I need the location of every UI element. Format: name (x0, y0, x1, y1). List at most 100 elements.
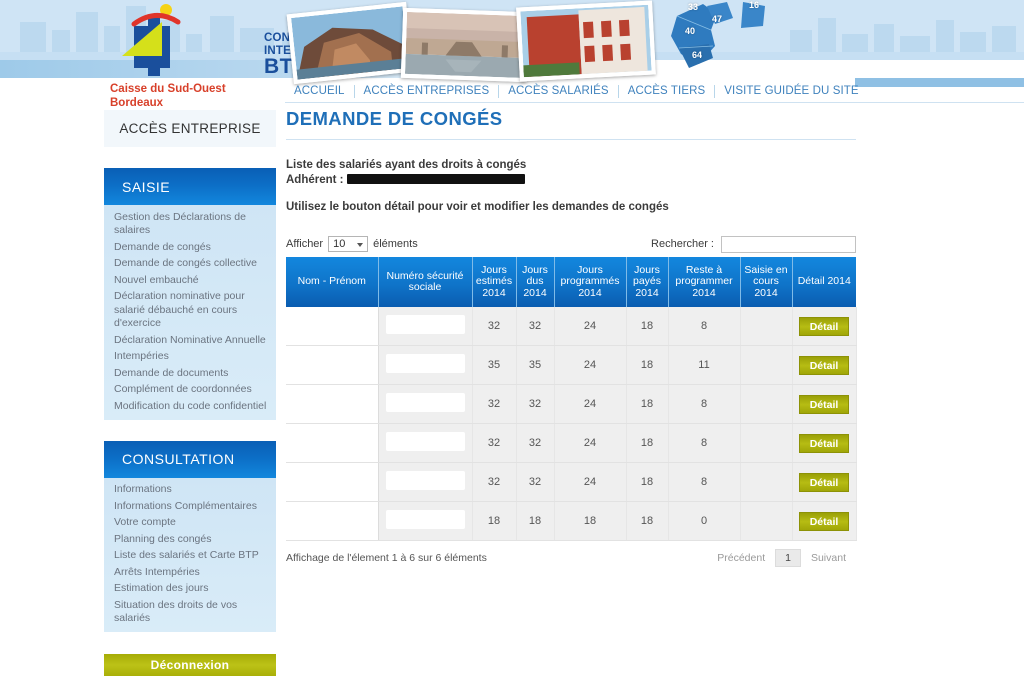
cell-jours-programmes: 18 (554, 501, 627, 541)
dept-label-40: 40 (685, 26, 696, 36)
th-numero-securite-sociale[interactable]: Numéro sécurité sociale (378, 257, 473, 307)
cell-numero-securite-sociale (378, 345, 473, 385)
sidebar-item-demande-conges-collective[interactable]: Demande de congés collective (104, 256, 276, 273)
nav-item-acces-entreprises[interactable]: ACCÈS ENTREPRISES (355, 85, 499, 97)
detail-button[interactable]: Détail (799, 472, 849, 492)
sidebar-section-title-consultation: CONSULTATION (104, 440, 276, 478)
header-photos (286, 0, 660, 85)
th-jours-programmes[interactable]: Jours programmés 2014 (554, 257, 627, 307)
cell-jours-programmes: 24 (554, 384, 627, 424)
sidebar-item-gestion-declarations[interactable]: Gestion des Déclarations de salaires (104, 209, 276, 239)
sidebar-item-arrets-intemperies[interactable]: Arrêts Intempéries (104, 564, 276, 581)
photo-place-bourse (400, 7, 530, 83)
cell-nom-prenom (286, 307, 379, 346)
sidebar-item-demande-conges[interactable]: Demande de congés (104, 239, 276, 256)
search-input[interactable] (721, 235, 856, 253)
detail-button[interactable]: Détail (799, 355, 849, 375)
redacted-value (385, 510, 465, 529)
sidebar-item-estimation-jours[interactable]: Estimation des jours (104, 581, 276, 598)
sidebar-item-planning-conges[interactable]: Planning des congés (104, 531, 276, 548)
photo-building-1 (286, 1, 414, 85)
detail-button[interactable]: Détail (799, 316, 849, 336)
dept-label-47: 47 (712, 14, 723, 24)
sidebar-section-title-saisie: SAISIE (104, 168, 276, 205)
sidebar-item-situation-droits[interactable]: Situation des droits de vos salariés (104, 597, 276, 627)
detail-button[interactable]: Détail (799, 394, 849, 414)
nav-item-acces-salaries[interactable]: ACCÈS SALARIÉS (499, 85, 617, 97)
cell-detail: Détail (792, 384, 857, 424)
pagination-next[interactable]: Suivant (801, 552, 856, 564)
sidebar-item-liste-salaries-carte[interactable]: Liste des salariés et Carte BTP (104, 548, 276, 565)
sidebar-item-declaration-nominative-debauche[interactable]: Déclaration nominative pour salarié déba… (104, 289, 276, 333)
page-length-control: Afficher 10 éléments (286, 236, 418, 252)
logout-button[interactable]: Déconnexion (104, 654, 276, 676)
cell-jours-payes: 18 (626, 384, 669, 424)
cell-saisie-en-cours (740, 384, 793, 424)
nav-item-visite-guidee[interactable]: VISITE GUIDÉE DU SITE (715, 85, 867, 97)
cell-jours-estimes: 32 (472, 423, 517, 463)
cell-jours-payes: 18 (626, 462, 669, 502)
nav-item-accueil[interactable]: ACCUEIL (285, 85, 354, 97)
th-jours-dus[interactable]: Jours dus 2014 (516, 257, 555, 307)
sidebar-item-complement-coordonnees[interactable]: Complément de coordonnées (104, 382, 276, 399)
table-row: 32 32 24 18 8 Détail (286, 307, 857, 346)
photo-basque-house (516, 0, 656, 82)
sidebar-item-intemperies[interactable]: Intempéries (104, 349, 276, 366)
table-row: 32 32 24 18 8 Détail (286, 423, 857, 463)
redacted-value (385, 432, 465, 451)
sidebar-item-modification-code[interactable]: Modification du code confidentiel (104, 398, 276, 415)
cell-reste-a-programmer: 11 (668, 345, 741, 385)
cell-jours-dus: 32 (516, 307, 555, 346)
cell-reste-a-programmer: 8 (668, 423, 741, 463)
cell-jours-dus: 32 (516, 462, 555, 502)
cell-jours-estimes: 32 (472, 384, 517, 424)
cell-reste-a-programmer: 8 (668, 462, 741, 502)
lead-line-1: Liste des salariés ayant des droits à co… (286, 159, 527, 171)
sidebar-item-demande-documents[interactable]: Demande de documents (104, 365, 276, 382)
sidebar: ACCÈS ENTREPRISE SAISIE Gestion des Décl… (104, 110, 276, 676)
sidebar-section-saisie: SAISIE Gestion des Déclarations de salai… (104, 168, 276, 420)
cell-jours-estimes: 32 (472, 307, 517, 346)
table-controls: Afficher 10 éléments Rechercher : (286, 234, 856, 254)
region-map: 33 47 16 40 64 (655, 0, 775, 72)
cell-jours-estimes: 32 (472, 462, 517, 502)
cell-jours-payes: 18 (626, 307, 669, 346)
th-saisie-en-cours[interactable]: Saisie en cours 2014 (740, 257, 793, 307)
detail-button[interactable]: Détail (799, 511, 849, 531)
cell-numero-securite-sociale (378, 307, 473, 346)
th-nom-prenom[interactable]: Nom - Prénom (286, 257, 379, 307)
page-length-select[interactable]: 10 (328, 236, 369, 252)
table-row: 18 18 18 18 0 Détail (286, 501, 857, 541)
cell-detail: Détail (792, 501, 857, 541)
th-detail[interactable]: Détail 2014 (792, 257, 856, 307)
logo-mark-icon (122, 4, 181, 76)
cell-reste-a-programmer: 8 (668, 307, 741, 346)
sidebar-section-items-consultation: Informations Informations Complémentaire… (104, 477, 276, 632)
sidebar-item-declaration-nominative-annuelle[interactable]: Déclaration Nominative Annuelle (104, 332, 276, 349)
sidebar-section-consultation: CONSULTATION Informations Informations C… (104, 440, 276, 632)
pagination-previous[interactable]: Précédent (707, 552, 775, 564)
sidebar-item-informations-complementaires[interactable]: Informations Complémentaires (104, 498, 276, 515)
cell-jours-dus: 32 (516, 423, 555, 463)
th-jours-payes[interactable]: Jours payés 2014 (626, 257, 669, 307)
pagination-page-1[interactable]: 1 (775, 549, 801, 567)
sidebar-item-votre-compte[interactable]: Votre compte (104, 515, 276, 532)
cell-nom-prenom (286, 345, 379, 385)
cell-jours-estimes: 35 (472, 345, 517, 385)
search-label: Rechercher : (651, 238, 714, 250)
title-divider (286, 139, 856, 140)
detail-button[interactable]: Détail (799, 433, 849, 453)
cell-saisie-en-cours (740, 345, 793, 385)
sidebar-item-nouvel-embauche[interactable]: Nouvel embauché (104, 272, 276, 289)
nav-item-acces-tiers[interactable]: ACCÈS TIERS (619, 85, 715, 97)
cell-nom-prenom (286, 384, 379, 424)
cell-jours-programmes: 24 (554, 307, 627, 346)
sidebar-item-informations[interactable]: Informations (104, 482, 276, 499)
adherent-row: Adhérent : (286, 173, 856, 188)
map-graphic (671, 2, 765, 68)
adherent-label: Adhérent : (286, 174, 344, 186)
th-reste-a-programmer[interactable]: Reste à programmer 2014 (668, 257, 741, 307)
th-jours-estimes[interactable]: Jours estimés 2014 (472, 257, 517, 307)
cell-nom-prenom (286, 423, 379, 463)
brand-logo[interactable]: CONGES INTEMPERIES BTP (104, 4, 344, 80)
